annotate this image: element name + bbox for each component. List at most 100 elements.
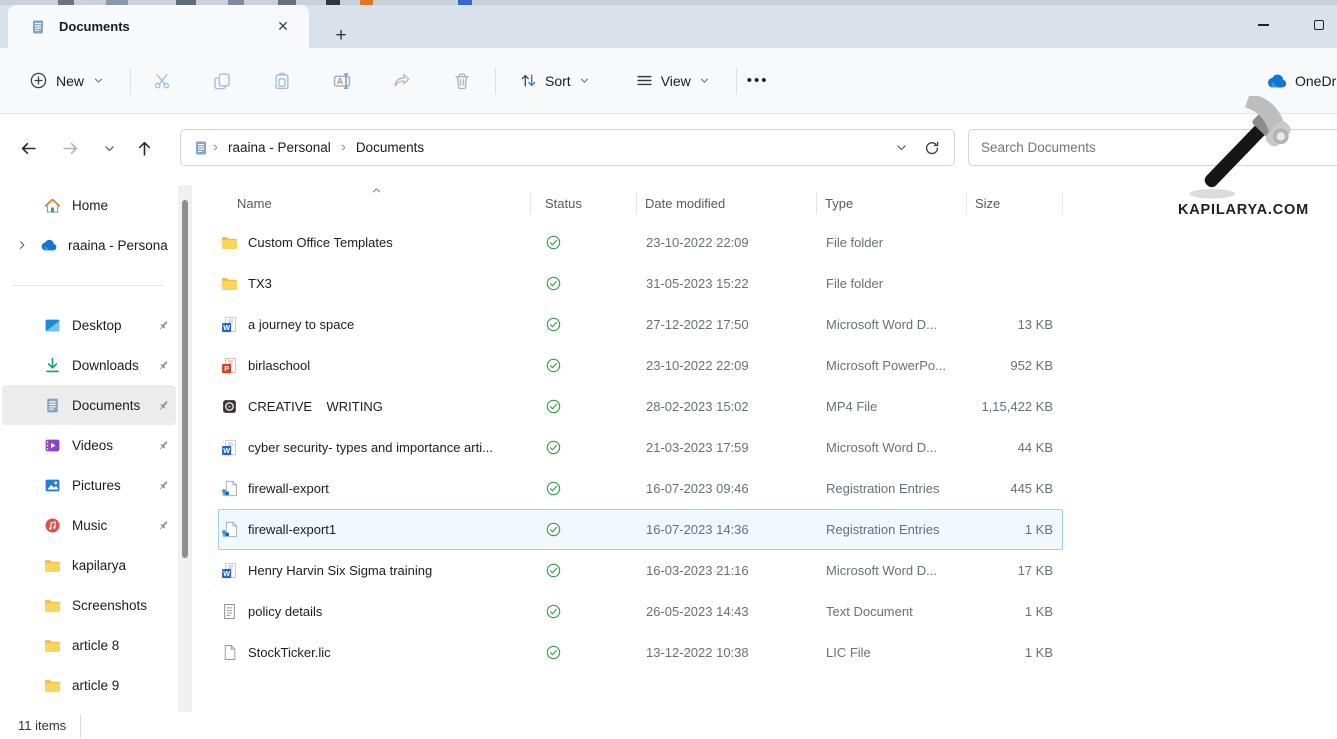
file-row[interactable]: a journey to space 27-12-2022 17:50 Micr… bbox=[218, 304, 1063, 345]
toolbar-divider bbox=[130, 68, 131, 94]
pin-icon bbox=[157, 479, 170, 492]
breadcrumb-chevron-icon bbox=[211, 143, 220, 152]
synced-status-icon bbox=[546, 317, 561, 332]
sidebar-item-article-8[interactable]: article 8 bbox=[2, 625, 176, 665]
sidebar-item-label: Screenshots bbox=[72, 598, 147, 613]
share-button[interactable] bbox=[382, 61, 422, 101]
chevron-down-icon bbox=[103, 142, 116, 155]
folder-icon bbox=[221, 275, 238, 292]
minimize-button[interactable] bbox=[1244, 11, 1282, 39]
sidebar-item-onedrive[interactable]: raaina - Persona bbox=[2, 225, 176, 265]
synced-status-icon bbox=[546, 522, 561, 537]
sidebar-item-label: kapilarya bbox=[72, 558, 126, 573]
sidebar-item-screenshots[interactable]: Screenshots bbox=[2, 585, 176, 625]
document-icon bbox=[193, 140, 209, 156]
breadcrumb-item[interactable]: Documents bbox=[350, 136, 430, 159]
up-button[interactable] bbox=[129, 133, 159, 163]
arrow-right-icon bbox=[62, 140, 79, 157]
search-input[interactable] bbox=[969, 140, 1337, 155]
status-bar: 11 items bbox=[0, 712, 1337, 739]
text-document-icon bbox=[221, 603, 238, 620]
sidebar-item-label: Downloads bbox=[72, 358, 139, 373]
new-tab-button[interactable]: + bbox=[328, 23, 354, 49]
column-header-type[interactable]: Type bbox=[817, 192, 967, 214]
sidebar-scrollbar-thumb[interactable] bbox=[182, 200, 188, 558]
view-button[interactable]: View bbox=[626, 66, 720, 95]
chevron-down-icon bbox=[579, 75, 590, 86]
plus-circle-icon bbox=[30, 72, 47, 89]
folder-icon bbox=[44, 677, 61, 694]
file-explorer-window: Documents ✕ + New Sort bbox=[0, 0, 1337, 739]
sidebar-item-kapilarya[interactable]: kapilarya bbox=[2, 545, 176, 585]
search-box bbox=[968, 129, 1337, 166]
rename-icon bbox=[333, 72, 351, 90]
column-header-size[interactable]: Size bbox=[967, 192, 1063, 214]
synced-status-icon bbox=[546, 481, 561, 496]
cut-button[interactable] bbox=[142, 61, 182, 101]
sort-button-label: Sort bbox=[545, 73, 571, 89]
breadcrumb-item[interactable]: raaina - Personal bbox=[222, 136, 337, 159]
file-list: Custom Office Templates 23-10-2022 22:09… bbox=[218, 222, 1063, 673]
sidebar-item-desktop[interactable]: Desktop bbox=[2, 305, 176, 345]
rename-button[interactable] bbox=[322, 61, 362, 101]
registry-file-icon bbox=[221, 480, 238, 497]
file-row[interactable]: cyber security- types and importance art… bbox=[218, 427, 1063, 468]
watermark-text: KAPILARYA.COM bbox=[1150, 202, 1337, 218]
synced-status-icon bbox=[546, 645, 561, 660]
pin-icon bbox=[157, 359, 170, 372]
file-row[interactable]: Custom Office Templates 23-10-2022 22:09… bbox=[218, 222, 1063, 263]
new-button-label: New bbox=[56, 73, 84, 89]
onedrive-status[interactable]: OneDr bbox=[1266, 48, 1336, 114]
arrow-left-icon bbox=[20, 140, 37, 157]
maximize-button[interactable] bbox=[1300, 11, 1337, 39]
command-toolbar: New Sort View ••• bbox=[0, 48, 1337, 114]
back-button[interactable] bbox=[13, 133, 43, 163]
refresh-icon[interactable] bbox=[924, 140, 940, 156]
more-options-button[interactable]: ••• bbox=[737, 66, 779, 95]
breadcrumb-chevron-icon bbox=[339, 143, 348, 152]
desktop-icon bbox=[44, 317, 61, 334]
sidebar-item-label: article 8 bbox=[72, 638, 119, 653]
file-row[interactable]: policy details 26-05-2023 14:43 Text Doc… bbox=[218, 591, 1063, 632]
view-lines-icon bbox=[636, 72, 653, 89]
sort-button[interactable]: Sort bbox=[510, 66, 600, 95]
forward-button[interactable] bbox=[55, 133, 85, 163]
sidebar-item-home[interactable]: Home bbox=[2, 185, 176, 225]
file-row[interactable]: firewall-export 16-07-2023 09:46 Registr… bbox=[218, 468, 1063, 509]
copy-button[interactable] bbox=[202, 61, 242, 101]
file-row[interactable]: birlaschool 23-10-2022 22:09 Microsoft P… bbox=[218, 345, 1063, 386]
sidebar-item-documents[interactable]: Documents bbox=[2, 385, 176, 425]
column-header-name[interactable]: Name bbox=[218, 192, 531, 214]
recent-locations-button[interactable] bbox=[94, 133, 124, 163]
copy-icon bbox=[213, 72, 231, 90]
file-row[interactable]: CREATIVE WRITING 28-02-2023 15:02 MP4 Fi… bbox=[218, 386, 1063, 427]
file-row-selected[interactable]: firewall-export1 16-07-2023 14:36 Regist… bbox=[218, 509, 1063, 550]
sidebar-item-pictures[interactable]: Pictures bbox=[2, 465, 176, 505]
registry-file-icon bbox=[221, 521, 238, 538]
file-row[interactable]: TX3 31-05-2023 15:22 File folder bbox=[218, 263, 1063, 304]
sidebar-scrollbar[interactable] bbox=[178, 185, 192, 712]
sidebar-item-downloads[interactable]: Downloads bbox=[2, 345, 176, 385]
paste-button[interactable] bbox=[262, 61, 302, 101]
expand-chevron-icon[interactable] bbox=[16, 239, 28, 251]
address-row: raaina - Personal Documents bbox=[0, 115, 1337, 178]
synced-status-icon bbox=[546, 563, 561, 578]
sidebar-item-music[interactable]: Music bbox=[2, 505, 176, 545]
explorer-tab[interactable]: Documents ✕ bbox=[8, 5, 309, 48]
column-header-date-modified[interactable]: Date modified bbox=[637, 192, 817, 214]
status-bar-divider bbox=[80, 715, 81, 737]
music-icon bbox=[44, 517, 61, 534]
close-tab-icon[interactable]: ✕ bbox=[271, 15, 295, 39]
view-button-label: View bbox=[661, 73, 691, 89]
sidebar-item-videos[interactable]: Videos bbox=[2, 425, 176, 465]
address-bar[interactable]: raaina - Personal Documents bbox=[180, 129, 955, 166]
file-row[interactable]: Henry Harvin Six Sigma training 16-03-20… bbox=[218, 550, 1063, 591]
synced-status-icon bbox=[546, 604, 561, 619]
column-header-status[interactable]: Status bbox=[531, 192, 637, 214]
synced-status-icon bbox=[546, 235, 561, 250]
new-button[interactable]: New bbox=[22, 66, 112, 95]
address-dropdown-icon[interactable] bbox=[895, 141, 908, 154]
file-row[interactable]: StockTicker.lic 13-12-2022 10:38 LIC Fil… bbox=[218, 632, 1063, 673]
sidebar-item-article-9[interactable]: article 9 bbox=[2, 665, 176, 705]
delete-button[interactable] bbox=[442, 61, 482, 101]
